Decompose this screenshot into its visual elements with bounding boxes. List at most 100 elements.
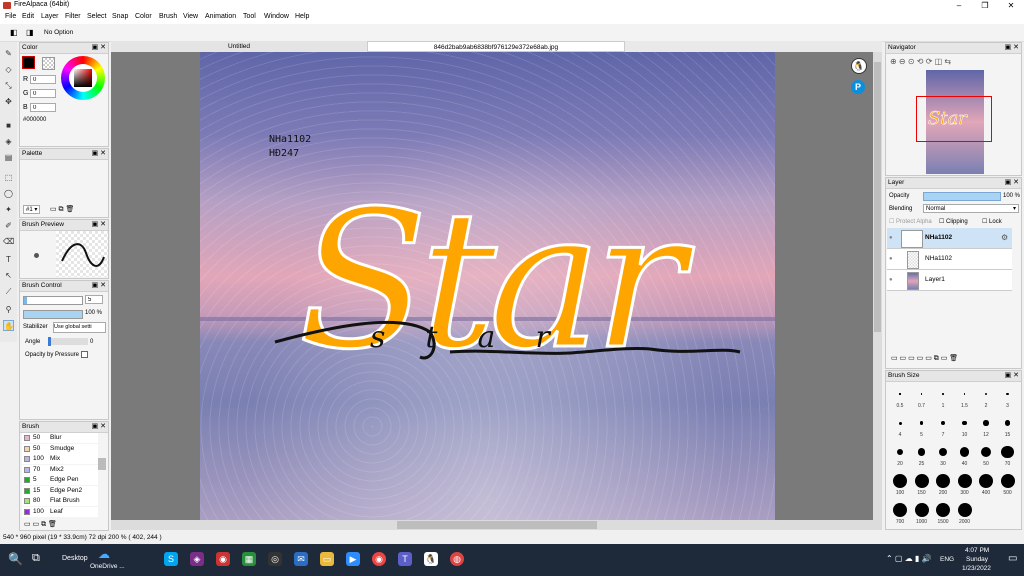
brush-size-option[interactable]: 1 xyxy=(933,385,953,413)
menu-layer[interactable]: Layer xyxy=(41,13,59,20)
panel-close-icon[interactable]: ▣ ✕ xyxy=(1005,371,1019,381)
panel-close-icon[interactable]: ▣ ✕ xyxy=(92,43,106,53)
text-tool-icon[interactable]: T xyxy=(3,254,14,265)
brush-size-option[interactable]: 10 xyxy=(955,414,975,442)
eraser-tool-icon[interactable]: ◇ xyxy=(3,64,14,75)
color-square[interactable] xyxy=(74,69,92,87)
brush-size-option[interactable]: 3 xyxy=(998,385,1018,413)
select-tool-icon[interactable]: ⬚ xyxy=(3,172,14,183)
angle-slider[interactable] xyxy=(48,337,88,346)
brush-size-option[interactable]: 7 xyxy=(933,414,953,442)
layer-opacity-slider[interactable] xyxy=(923,192,1001,201)
file-explorer-icon[interactable]: ▭ xyxy=(320,552,334,566)
fill-tool-icon[interactable]: ■ xyxy=(3,120,14,131)
menu-animation[interactable]: Animation xyxy=(205,13,236,20)
brush-size-option[interactable]: 25 xyxy=(912,443,932,471)
panel-close-icon[interactable]: ▣ ✕ xyxy=(1005,178,1019,188)
brush-size-option[interactable]: 1000 xyxy=(912,501,932,529)
eyedropper-icon[interactable]: ⚲ xyxy=(3,304,14,315)
brush-size-option[interactable]: 5 xyxy=(912,414,932,442)
brush-size-option[interactable]: 2000 xyxy=(955,501,975,529)
panel-close-icon[interactable]: ▣ ✕ xyxy=(92,149,106,159)
language-indicator[interactable]: ENG xyxy=(940,556,954,563)
teams-icon[interactable]: T xyxy=(398,552,412,566)
panel-close-icon[interactable]: ▣ ✕ xyxy=(92,422,106,432)
onedrive-label[interactable]: OneDrive ... xyxy=(90,563,125,570)
brush-size-slider[interactable] xyxy=(23,296,83,305)
brush-size-option[interactable]: 100 xyxy=(890,472,910,500)
panel-close-icon[interactable]: ▣ ✕ xyxy=(1005,43,1019,53)
brush-size-option[interactable]: 500 xyxy=(998,472,1018,500)
brush-list-item[interactable]: 50 Smudge xyxy=(22,443,98,454)
horizontal-scrollbar[interactable] xyxy=(111,520,882,530)
tab-active-image[interactable]: 846d2bab9ab6838bf976129e372e68ab.jpg xyxy=(367,41,625,52)
brush-list-item[interactable]: 100 Mix xyxy=(22,454,98,464)
brush-size-option[interactable]: 400 xyxy=(976,472,996,500)
opacity-pressure-checkbox[interactable] xyxy=(81,351,88,358)
layer-settings-icon[interactable]: ⚙ xyxy=(1001,233,1008,242)
divide-tool-icon[interactable]: ⟋ xyxy=(3,286,14,297)
menu-color[interactable]: Color xyxy=(135,13,152,20)
layer-actions-icon[interactable]: ▭ ▭ ▭ ▭ ▭ ⧉ ▭ 🗑 xyxy=(891,354,958,363)
palette-selector[interactable]: #1 ▾ xyxy=(23,205,41,214)
brush-size-option[interactable]: 15 xyxy=(998,414,1018,442)
bucket-tool-icon[interactable]: ◈ xyxy=(3,136,14,147)
next-icon[interactable]: ◨ xyxy=(26,28,34,37)
brush-size-option[interactable]: 50 xyxy=(976,443,996,471)
brush-list-item[interactable]: 80 Flat Brush xyxy=(22,496,98,506)
brush-list-item[interactable]: 5 Edge Pen xyxy=(22,475,98,485)
clock-date[interactable]: 1/23/2022 xyxy=(962,565,991,572)
panel-close-icon[interactable]: ▣ ✕ xyxy=(92,281,106,291)
app-icon-2[interactable]: ◈ xyxy=(190,552,204,566)
brush-list-actions-icon[interactable]: ▭ ▭ ⧉ 🗑 xyxy=(24,520,57,529)
transparent-color-swatch[interactable] xyxy=(42,57,55,70)
brush-size-option[interactable]: 4 xyxy=(890,414,910,442)
visibility-icon[interactable]: ● xyxy=(889,277,893,283)
browser-icon[interactable]: ◍ xyxy=(450,552,464,566)
menu-tool[interactable]: Tool xyxy=(243,13,256,20)
brush-size-option[interactable]: 40 xyxy=(955,443,975,471)
maximize-button[interactable]: ❐ xyxy=(972,0,998,11)
menu-file[interactable]: File xyxy=(5,13,16,20)
dark-app-icon[interactable]: ◎ xyxy=(268,552,282,566)
tab-untitled[interactable]: Untitled xyxy=(111,41,367,52)
menu-brush[interactable]: Brush xyxy=(159,13,177,20)
visibility-icon[interactable]: ● xyxy=(889,256,893,262)
palette-add-icon[interactable]: ▭ ⧉ 🗑 xyxy=(50,205,74,214)
artwork-canvas[interactable]: NHa1102 HĐ247 Star star xyxy=(200,52,775,520)
brush-list-item[interactable]: 50 Blur xyxy=(22,433,98,443)
brush-list-item[interactable]: 100 Leaf xyxy=(22,506,98,517)
panel-close-icon[interactable]: ▣ ✕ xyxy=(92,220,106,230)
primary-color-swatch[interactable] xyxy=(22,56,35,69)
menu-select[interactable]: Select xyxy=(87,13,106,20)
blending-select[interactable]: Normal ▾ xyxy=(923,204,1019,213)
notification-icon[interactable]: ▭ xyxy=(1008,553,1017,564)
hand-tool-icon[interactable]: ✋ xyxy=(3,320,14,331)
brush-size-field[interactable] xyxy=(85,295,103,304)
brush-size-option[interactable]: 1.5 xyxy=(955,385,975,413)
menu-help[interactable]: Help xyxy=(295,13,309,20)
lock-checkbox[interactable]: ☐ Lock xyxy=(982,218,1002,225)
search-icon[interactable]: 🔍 xyxy=(8,552,23,566)
navigator-tools-icon[interactable]: ⊕ ⊖ ⊙ ⟲ ⟳ ◫ ⇆ xyxy=(890,57,951,66)
menu-window[interactable]: Window xyxy=(264,13,289,20)
brush-opacity-slider[interactable] xyxy=(23,310,83,319)
minimize-button[interactable]: – xyxy=(946,0,972,11)
brush-size-option[interactable]: 0.5 xyxy=(890,385,910,413)
brush-size-option[interactable]: 1500 xyxy=(933,501,953,529)
desktop-label[interactable]: Desktop xyxy=(62,555,88,562)
blue-field[interactable] xyxy=(30,103,56,112)
brush-size-option[interactable]: 300 xyxy=(955,472,975,500)
protect-alpha-checkbox[interactable]: ☐ Protect Alpha xyxy=(889,218,932,225)
brush-list-item[interactable]: 70 Mix2 xyxy=(22,464,98,475)
gradient-tool-icon[interactable]: ▤ xyxy=(3,152,14,163)
menu-filter[interactable]: Filter xyxy=(65,13,81,20)
layer-row[interactable]: ● NHa1102 xyxy=(887,249,1012,270)
clock-time[interactable]: 4:07 PM xyxy=(965,547,989,554)
mail-icon[interactable]: ✉ xyxy=(294,552,308,566)
brush-size-option[interactable]: 700 xyxy=(890,501,910,529)
magic-wand-icon[interactable]: ✦ xyxy=(3,204,14,215)
wifi-app-icon[interactable]: ◉ xyxy=(216,552,230,566)
cloud-p-icon[interactable]: P xyxy=(851,80,865,94)
vertical-scrollbar[interactable] xyxy=(873,52,882,520)
